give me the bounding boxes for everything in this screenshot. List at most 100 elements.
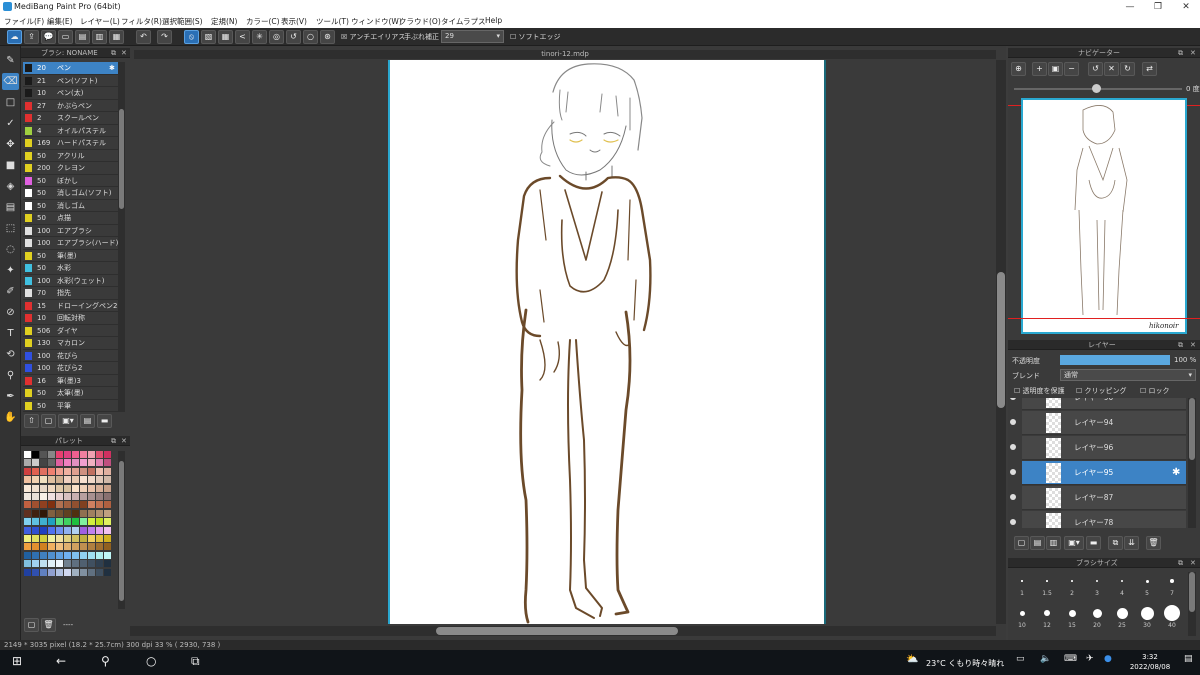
brush-size-option[interactable]: 3 [1085,572,1109,597]
rotate-left-icon[interactable]: ↺ [1088,62,1103,76]
opacity-slider[interactable] [1060,355,1170,365]
palette-color-swatch[interactable] [56,493,63,500]
palette-color-swatch[interactable] [88,568,95,576]
snap-parallel-icon[interactable]: ▧ [201,30,216,44]
brush-item[interactable]: 4 オイルパステル [23,125,123,137]
palette-color-swatch[interactable] [24,467,31,475]
brush-add-menu-icon[interactable]: ▣▾ [58,414,78,428]
brush-size-option[interactable]: 4 [1110,572,1134,597]
brush-size-option[interactable]: 1.5 [1035,572,1059,597]
palette-color-swatch[interactable] [80,535,87,542]
palette-color-swatch[interactable] [40,467,47,475]
grid-icon[interactable]: ▦ [109,30,124,44]
palette-color-swatch[interactable] [64,459,71,467]
brush-item[interactable]: 2 スクールペン [23,112,123,125]
palette-color-swatch[interactable] [80,467,87,475]
palette-color-swatch[interactable] [48,560,55,568]
soft-edge-checkbox[interactable]: ☐ ソフトエッジ [510,32,561,42]
divide-tool-icon[interactable]: ⟲ [2,346,19,363]
palette-color-swatch[interactable] [32,459,39,467]
palette-color-swatch[interactable] [80,476,87,484]
new-1bit-layer-icon[interactable]: ▥ [1046,536,1061,550]
brush-item[interactable]: 15 ドローイングペン2 [23,300,123,312]
palette-color-swatch[interactable] [56,543,63,551]
bucket-tool-icon[interactable]: ◈ [2,178,19,195]
palette-color-swatch[interactable] [96,451,103,458]
palette-color-swatch[interactable] [24,451,31,458]
clipping-checkbox[interactable]: ☐ クリッピング [1076,386,1127,396]
palette-color-swatch[interactable] [64,551,71,559]
popout-icon[interactable]: ⧉ [1178,340,1183,350]
palette-color-swatch[interactable] [96,551,103,559]
palette-color-swatch[interactable] [32,484,39,492]
snap-radial-icon[interactable]: ✳ [252,30,267,44]
palette-color-swatch[interactable] [104,493,111,500]
layer-row[interactable]: レイヤー96 [1010,436,1186,460]
palette-color-swatch[interactable] [32,493,39,500]
palette-color-swatch[interactable] [40,501,47,509]
panel-close-icon[interactable]: ✕ [121,48,127,58]
drawing-canvas[interactable] [388,60,826,624]
palette-color-swatch[interactable] [40,476,47,484]
palette-color-swatch[interactable] [96,526,103,534]
palette-color-swatch[interactable] [40,459,47,467]
palette-color-swatch[interactable] [48,543,55,551]
brush-size-option[interactable]: 5 [1135,572,1159,597]
protect-alpha-checkbox[interactable]: ☐ 透明度を保護 [1014,386,1065,396]
palette-color-swatch[interactable] [24,560,31,568]
palette-color-swatch[interactable] [96,535,103,542]
palette-color-swatch[interactable] [56,535,63,542]
palette-color-swatch[interactable] [96,501,103,509]
popout-icon[interactable]: ⧉ [1178,48,1183,58]
palette-color-swatch[interactable] [64,467,71,475]
panel-close-icon[interactable]: ✕ [1190,340,1196,350]
palette-color-swatch[interactable] [24,509,31,517]
palette-color-swatch[interactable] [88,535,95,542]
palette-color-swatch[interactable] [72,493,79,500]
add-layer-menu-icon[interactable]: ▣▾ [1064,536,1084,550]
delete-layer-icon[interactable]: 🗑 [1146,536,1161,550]
palette-color-swatch[interactable] [104,535,111,542]
palette-color-swatch[interactable] [40,535,47,542]
brush-item[interactable]: 100 エアブラシ(ハード) [23,237,123,250]
palette-color-swatch[interactable] [80,526,87,534]
rotation-slider[interactable] [1014,84,1182,94]
palette-color-swatch[interactable] [72,568,79,576]
text-tool-icon[interactable]: T [2,325,19,342]
palette-color-swatch[interactable] [32,551,39,559]
brush-item[interactable]: 50 水彩 [23,262,123,275]
palette-color-swatch[interactable] [96,459,103,467]
navigator-preview[interactable]: hikonoir [1021,98,1187,334]
brush-size-option[interactable]: 40 [1160,604,1184,629]
palette-color-swatch[interactable] [48,535,55,542]
brush-size-option[interactable]: 10 [1010,604,1034,629]
palette-color-swatch[interactable] [80,501,87,509]
palette-color-swatch[interactable] [48,509,55,517]
page-icon[interactable]: ▤ [75,30,90,44]
zoom-in-icon[interactable]: + [1032,62,1047,76]
menu-tool[interactable]: ツール(T) [316,16,349,27]
canvas-horizontal-scrollbar[interactable] [130,626,996,636]
zoom-out-icon[interactable]: − [1064,62,1079,76]
reset-view-icon[interactable]: ✕ [1104,62,1119,76]
palette-color-swatch[interactable] [72,518,79,526]
palette-grid[interactable] [24,451,114,611]
zoom-icon[interactable]: ⊕ [1011,62,1026,76]
palette-color-swatch[interactable] [56,484,63,492]
lock-checkbox[interactable]: ☐ ロック [1140,386,1170,396]
palette-color-swatch[interactable] [40,509,47,517]
layer-visibility-icon[interactable] [1010,398,1016,400]
palette-color-swatch[interactable] [104,518,111,526]
menu-edit[interactable]: 編集(E) [47,16,73,27]
palette-color-swatch[interactable] [56,568,63,576]
palette-color-swatch[interactable] [64,535,71,542]
palette-color-swatch[interactable] [72,451,79,458]
palette-color-swatch[interactable] [80,509,87,517]
palette-color-swatch[interactable] [64,451,71,458]
back-arrow-icon[interactable]: ← [56,654,66,668]
brush-tool-icon[interactable]: ✎ [2,52,19,69]
popout-icon[interactable]: ⧉ [111,436,116,446]
palette-color-swatch[interactable] [104,467,111,475]
palette-color-swatch[interactable] [96,560,103,568]
palette-color-swatch[interactable] [24,484,31,492]
